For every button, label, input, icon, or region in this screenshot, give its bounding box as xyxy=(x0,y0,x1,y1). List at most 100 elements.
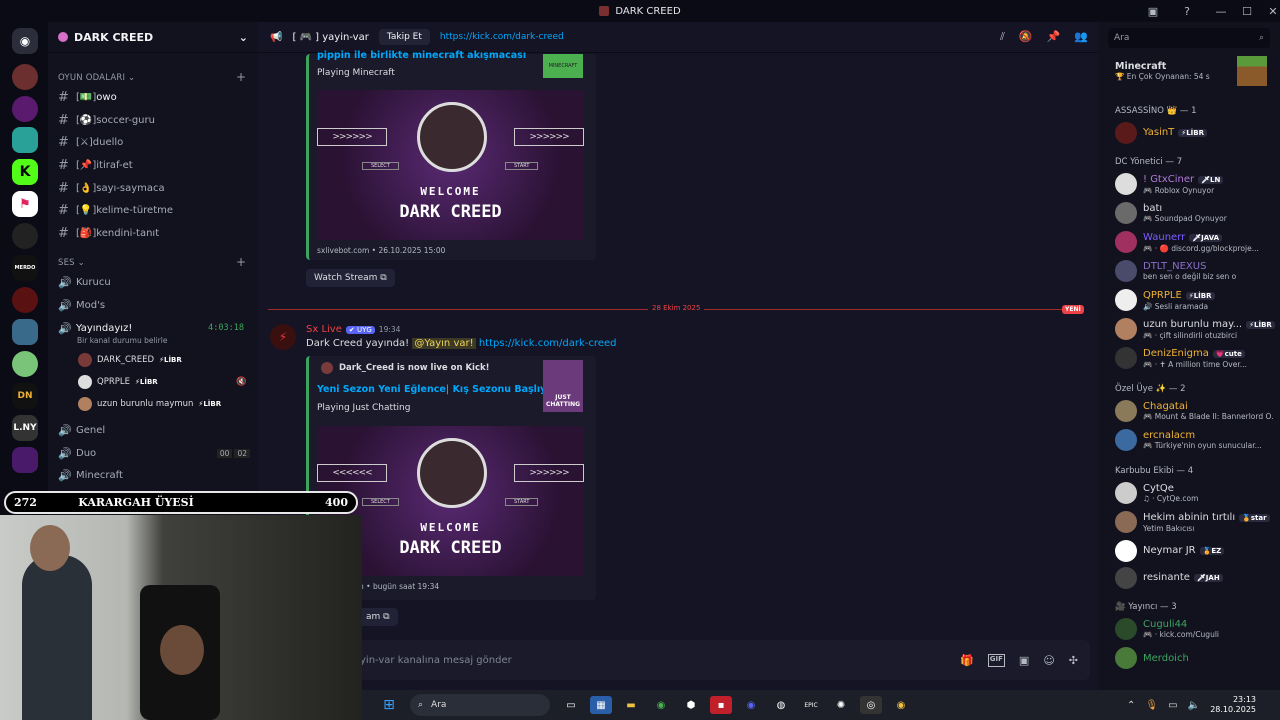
volume-icon[interactable]: 🔈 xyxy=(1188,700,1200,711)
message-author[interactable]: Sx Live xyxy=(306,324,342,335)
member-item[interactable]: Waunerr 🗡JAVA 🎮 · 🔴 discord.gg/blockproje.… xyxy=(1115,229,1275,255)
server-icon-purple2[interactable] xyxy=(12,447,38,473)
voice-status[interactable]: Bir kanal durumu belirle xyxy=(77,336,167,345)
member-item[interactable]: DenizEnigma 💗cute 🎮 · ✝ A million time Ove… xyxy=(1115,345,1275,371)
category-ses[interactable]: SES ⌄ xyxy=(58,258,85,268)
watch-stream-button[interactable]: am ⧉ xyxy=(358,608,398,626)
taskbar-search[interactable]: ⌕ Ara xyxy=(410,694,550,716)
member-item[interactable]: DTLT_NEXUS ben sen o değil biz sen o xyxy=(1115,258,1275,284)
pin-icon[interactable]: 📌 xyxy=(1047,30,1061,44)
channel-kelime-turetme[interactable]: #[ 💡] kelime-türetme xyxy=(58,200,250,220)
server-icon-lny[interactable]: L.NY xyxy=(12,415,38,441)
server-header[interactable]: DARK CREED ⌄ xyxy=(48,22,258,53)
chatgpt-icon[interactable]: ✺ xyxy=(830,696,852,714)
channel-topic-link[interactable]: https://kick.com/dark-creed xyxy=(440,32,564,42)
obs-icon[interactable]: ◎ xyxy=(860,696,882,714)
member-item[interactable]: Chagatai 🎮 Mount & Blade II: Bannerlord O… xyxy=(1115,398,1275,424)
voice-channel-yayindayiz[interactable]: 🔊 Yayındayız! 4:03:18 xyxy=(58,318,250,338)
emoji-icon[interactable]: ☺ xyxy=(1043,654,1054,667)
channel-soccer-guru[interactable]: #[ ⚽] soccer-guru xyxy=(58,110,250,130)
add-voice-channel-icon[interactable]: + xyxy=(236,255,246,269)
member-list-icon[interactable]: 👥 xyxy=(1074,30,1088,44)
minimize-button[interactable]: — xyxy=(1208,5,1234,18)
server-icon-green[interactable] xyxy=(12,351,38,377)
red-app-icon[interactable]: ▪ xyxy=(710,696,732,714)
search-input[interactable]: Ara ⌕ xyxy=(1108,28,1270,48)
mute-icon[interactable]: 🔕 xyxy=(1019,30,1033,44)
message-composer[interactable]: yin-var kanalına mesaj gönder 🎁 GIF ▣ ☺ … xyxy=(360,640,1090,680)
channel-owo[interactable]: #[ 💵] owo xyxy=(58,87,250,107)
server-icon-merdoich[interactable]: MERDO xyxy=(12,255,38,281)
embed-title[interactable]: pippin ile birlikte minecraft akışmacası xyxy=(317,50,527,60)
activity-card[interactable]: Minecraft 🏆 En Çok Oynanan: 54 s xyxy=(1115,56,1275,86)
store-icon[interactable]: ▦ xyxy=(590,696,612,714)
chevron-down-icon[interactable]: ⌄ xyxy=(239,31,248,44)
message-input[interactable]: yin-var kanalına mesaj gönder xyxy=(360,655,512,666)
follow-button[interactable]: Takip Et xyxy=(378,29,430,45)
voice-user[interactable]: DARK_CREED ⚡LİBR xyxy=(78,353,182,367)
close-button[interactable]: ✕ xyxy=(1260,5,1280,18)
member-item[interactable]: Neymar JR 🏅EZ xyxy=(1115,538,1275,564)
member-item[interactable]: ercnalacm 🎮 Türkiye'nin oyun sunucular... xyxy=(1115,427,1275,453)
server-icon-dark-creed[interactable] xyxy=(12,64,38,90)
app-icon[interactable]: ⬢ xyxy=(680,696,702,714)
epic-games-icon[interactable]: EPIC xyxy=(800,696,822,714)
member-item[interactable]: ! GtxCiner 🗡LN 🎮 Roblox Oynuyor xyxy=(1115,171,1275,197)
chrome-icon[interactable]: ◉ xyxy=(650,696,672,714)
voice-channel-genel[interactable]: 🔊 Genel xyxy=(58,420,250,440)
voice-user[interactable]: uzun burunlu maymun ⚡LİBR xyxy=(78,397,221,411)
server-icon-kick[interactable]: K xyxy=(12,159,38,185)
member-item[interactable]: QPRPLE ⚡LİBR 🔊 Sesli aramada xyxy=(1115,287,1275,313)
category-oyun-odalari[interactable]: OYUN ODALARI ⌄ xyxy=(58,73,135,83)
server-icon-game[interactable] xyxy=(12,319,38,345)
network-icon[interactable]: ▭ xyxy=(1168,700,1177,711)
gif-icon[interactable]: GIF xyxy=(987,653,1005,667)
watch-stream-button[interactable]: Watch Stream ⧉ xyxy=(306,269,395,287)
member-item[interactable]: CytQe ♫ · CytQe.com xyxy=(1115,480,1275,506)
help-icon[interactable]: ? xyxy=(1174,5,1200,18)
inbox-icon[interactable]: ▣ xyxy=(1140,5,1166,18)
avatar[interactable]: ⚡ xyxy=(270,324,296,350)
server-icon-face[interactable] xyxy=(12,127,38,153)
sticker-icon[interactable]: ▣ xyxy=(1019,654,1029,667)
channel-itiraf-et[interactable]: #[ 📌] itiraf-et xyxy=(58,155,250,175)
steam-icon[interactable]: ◍ xyxy=(770,696,792,714)
chrome-icon[interactable]: ◉ xyxy=(890,696,912,714)
add-channel-icon[interactable]: + xyxy=(236,70,246,84)
discord-home-icon[interactable]: ◉ xyxy=(12,28,38,54)
voice-channel-duo[interactable]: 🔊 Duo 00 02 xyxy=(58,443,250,463)
channel-kendini-tanit[interactable]: #[ 🎒] kendini-tanıt xyxy=(58,223,250,243)
server-icon-dn[interactable]: DN xyxy=(12,383,38,409)
clock[interactable]: 23:13 28.10.2025 xyxy=(1210,695,1256,715)
embed-title[interactable]: Yeni Sezon Yeni Eğlence| Kış Sezonu Başl… xyxy=(317,384,558,395)
voice-user[interactable]: QPRPLE ⚡LİBR 🔇 xyxy=(78,375,247,389)
voice-channel-kurucu[interactable]: 🔊 Kurucu xyxy=(58,272,250,292)
channel-sayi-saymaca[interactable]: #[ 👌] sayı-saymaca xyxy=(58,178,250,198)
voice-channel-mods[interactable]: 🔊 Mod's xyxy=(58,295,250,315)
member-item[interactable]: uzun burunlu may... ⚡LİBR 🎮 · çift silindi… xyxy=(1115,316,1275,342)
member-item[interactable]: batı 🎮 Soundpad Oynuyor xyxy=(1115,200,1275,226)
member-item[interactable]: YasinT ⚡LİBR xyxy=(1115,120,1275,146)
maximize-button[interactable]: ☐ xyxy=(1234,5,1260,18)
member-item[interactable]: Merdoich xyxy=(1115,645,1275,671)
server-icon-dark[interactable] xyxy=(12,223,38,249)
channel-duello[interactable]: #[ ⚔] duello xyxy=(58,132,250,152)
server-icon-flag[interactable]: ⚑ xyxy=(12,191,38,217)
server-icon-purple[interactable] xyxy=(12,96,38,122)
member-item[interactable]: Hekim abinin tırtılı 🏅star Yetim Bakıcısı xyxy=(1115,509,1275,535)
threads-icon[interactable]: ⫽ xyxy=(1000,30,1005,44)
windows-start-icon[interactable]: ⊞ xyxy=(378,696,400,714)
task-view-icon[interactable]: ▭ xyxy=(560,696,582,714)
microphone-icon[interactable]: 🎙 xyxy=(1145,700,1158,711)
gift-icon[interactable]: 🎁 xyxy=(960,654,974,667)
role-mention[interactable]: @Yayın var! xyxy=(412,338,476,349)
apps-icon[interactable]: ✣ xyxy=(1069,654,1078,667)
member-item[interactable]: Cuguli44 🎮 · kick.com/Cuguli xyxy=(1115,616,1275,642)
discord-icon[interactable]: ◉ xyxy=(740,696,762,714)
tray-chevron-icon[interactable]: ⌃ xyxy=(1127,700,1135,711)
member-item[interactable]: resinante 🗡JAH xyxy=(1115,565,1275,591)
voice-channel-minecraft[interactable]: 🔊 Minecraft xyxy=(58,465,250,485)
message-link[interactable]: https://kick.com/dark-creed xyxy=(479,338,617,349)
file-explorer-icon[interactable]: ▬ xyxy=(620,696,642,714)
server-icon-red[interactable] xyxy=(12,287,38,313)
